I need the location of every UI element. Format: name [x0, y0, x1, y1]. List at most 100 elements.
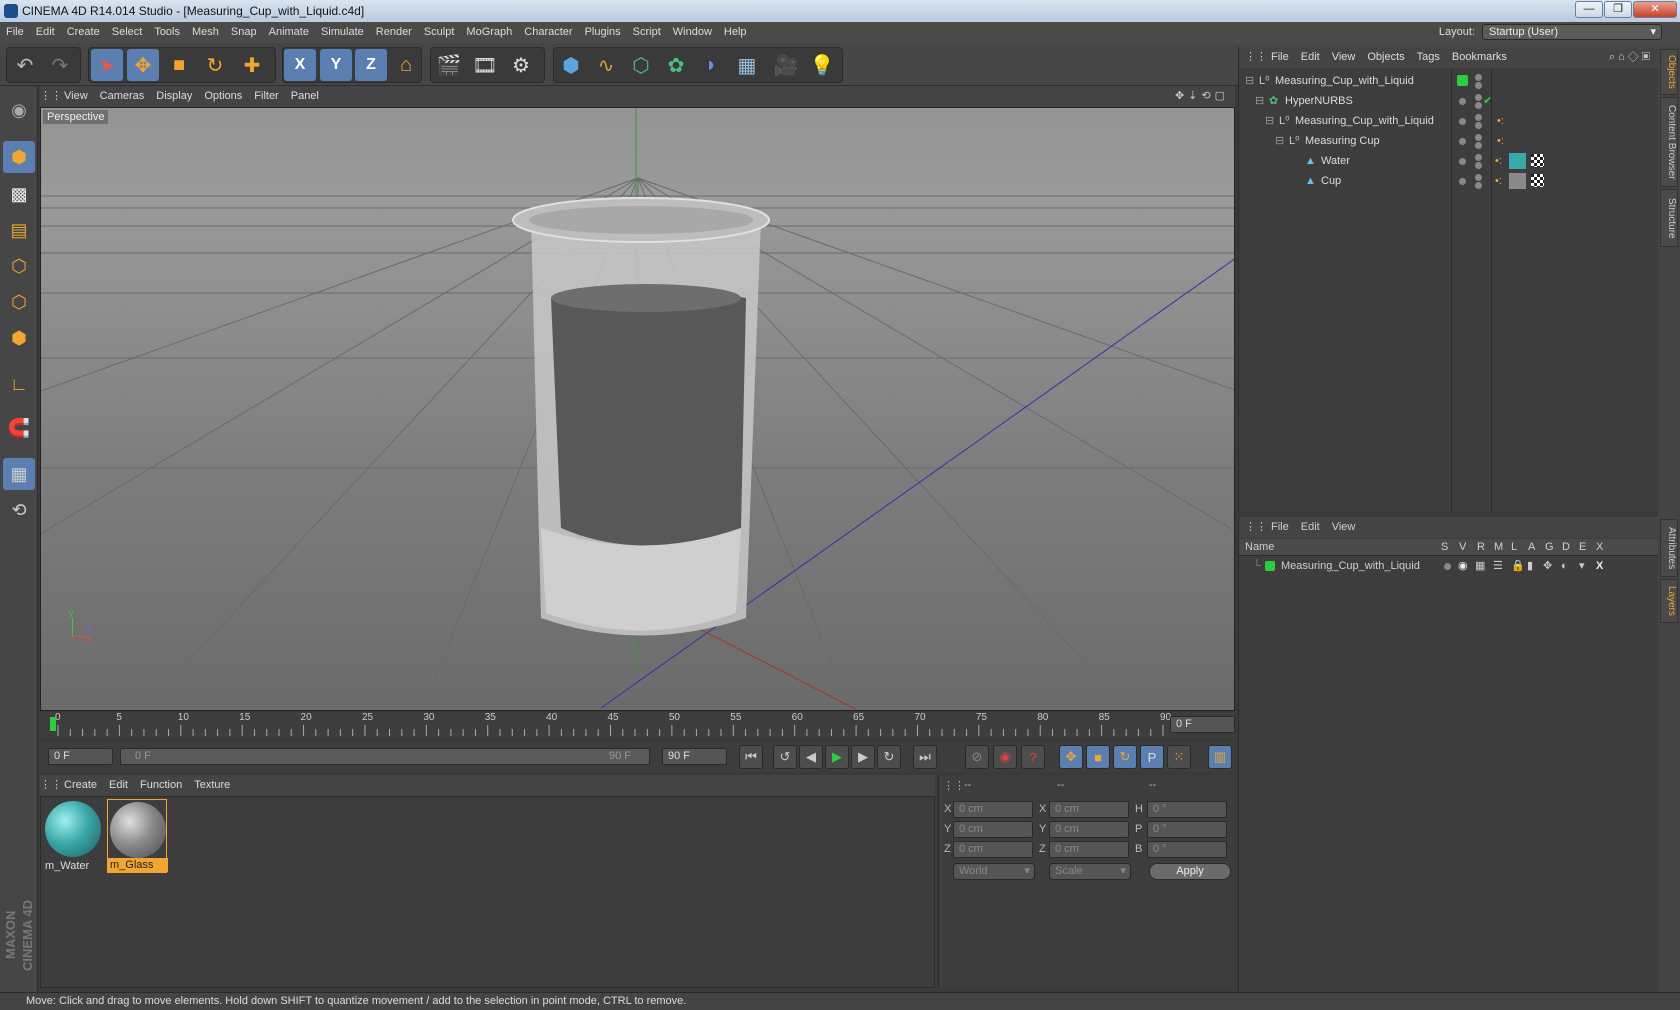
- tree-row[interactable]: ⊟ L⁰ Measuring_Cup_with_Liquid •:: [1239, 111, 1659, 131]
- uvw-tag-icon[interactable]: [1531, 154, 1544, 167]
- menu-window[interactable]: Window: [667, 22, 718, 43]
- menu-animate[interactable]: Animate: [263, 22, 315, 43]
- col-view[interactable]: V: [1459, 539, 1466, 556]
- menu-character[interactable]: Character: [518, 22, 578, 43]
- tab-attributes[interactable]: Attributes: [1660, 519, 1678, 577]
- size-x-field[interactable]: 0 cm: [1049, 801, 1129, 818]
- measuring-cup-model[interactable]: [512, 197, 770, 636]
- viewport-menu-filter[interactable]: Filter: [248, 86, 284, 107]
- scale-tool-icon[interactable]: ■: [163, 49, 195, 81]
- play-icon[interactable]: ▶: [825, 745, 849, 769]
- objmgr-menu-tags[interactable]: Tags: [1411, 47, 1446, 68]
- viewport-menu-cameras[interactable]: Cameras: [94, 86, 151, 107]
- col-animation[interactable]: A: [1528, 539, 1535, 556]
- perspective-viewport[interactable]: Perspective y z x: [40, 107, 1235, 711]
- render-visibility-dot[interactable]: [1475, 162, 1482, 169]
- render-picture-viewer-icon[interactable]: 🎞: [469, 49, 501, 81]
- previous-frame-icon[interactable]: ◀: [799, 745, 823, 769]
- make-editable-icon[interactable]: ◉: [3, 94, 35, 126]
- objmgr-menu-bookmarks[interactable]: Bookmarks: [1446, 47, 1513, 68]
- layer-menu-view[interactable]: View: [1326, 517, 1362, 538]
- menu-tools[interactable]: Tools: [148, 22, 186, 43]
- axis-x-button[interactable]: X: [284, 49, 316, 81]
- close-button[interactable]: ✕: [1633, 1, 1677, 18]
- maximize-button[interactable]: ❐: [1604, 1, 1632, 18]
- editor-visibility-dot[interactable]: [1475, 74, 1482, 81]
- material-menu-create[interactable]: Create: [58, 775, 103, 796]
- floor-icon[interactable]: ▦: [731, 49, 763, 81]
- axis-mode-icon[interactable]: ∟: [3, 368, 35, 400]
- render-visibility-dot[interactable]: [1475, 182, 1482, 189]
- key-rotation-icon[interactable]: ↻: [1113, 745, 1137, 769]
- menu-mograph[interactable]: MoGraph: [460, 22, 518, 43]
- tree-row[interactable]: ⊟ L⁰ Measuring Cup •:: [1239, 131, 1659, 151]
- frame-range-slider[interactable]: 0 F 90 F: [120, 748, 650, 765]
- workplane-lock-icon[interactable]: ▦: [3, 458, 35, 490]
- tab-layers[interactable]: Layers: [1660, 579, 1678, 623]
- col-name[interactable]: Name: [1245, 539, 1274, 556]
- rotate-tool-icon[interactable]: ↻: [199, 49, 231, 81]
- timeline-window-icon[interactable]: ▥: [1208, 745, 1232, 769]
- col-locked[interactable]: L: [1511, 539, 1517, 556]
- render-visibility-dot[interactable]: [1475, 82, 1482, 89]
- live-selection-icon[interactable]: ✚: [236, 49, 268, 81]
- viewport-menu-options[interactable]: Options: [198, 86, 248, 107]
- col-manager[interactable]: M: [1494, 539, 1503, 556]
- select-tool-icon[interactable]: ➤: [91, 49, 123, 81]
- objmgr-menu-file[interactable]: File: [1265, 47, 1295, 68]
- objmgr-menu-view[interactable]: View: [1326, 47, 1362, 68]
- render-icon[interactable]: ▦: [1475, 557, 1485, 575]
- render-visibility-dot[interactable]: [1475, 142, 1482, 149]
- expression-icon[interactable]: ▾: [1579, 557, 1585, 575]
- editor-visibility-dot[interactable]: [1459, 118, 1466, 125]
- menu-mesh[interactable]: Mesh: [186, 22, 225, 43]
- snap-icon[interactable]: 🧲: [3, 412, 35, 444]
- pos-x-field[interactable]: 0 cm: [953, 801, 1033, 818]
- objmgr-toolbar-icons[interactable]: ⌕⌂◇▣: [1609, 47, 1653, 68]
- objmgr-menu-edit[interactable]: Edit: [1295, 47, 1326, 68]
- key-scale-icon[interactable]: ■: [1086, 745, 1110, 769]
- layer-menu-edit[interactable]: Edit: [1295, 517, 1326, 538]
- editor-visibility-dot[interactable]: [1475, 94, 1482, 101]
- editor-visibility-dot[interactable]: [1459, 178, 1466, 185]
- deformer-icon[interactable]: ◗: [695, 49, 727, 81]
- redo-icon[interactable]: ↷: [44, 49, 76, 81]
- viewport-menu-view[interactable]: View: [58, 86, 94, 107]
- editor-visibility-dot[interactable]: [1475, 114, 1482, 121]
- minimize-button[interactable]: —: [1575, 1, 1603, 18]
- edges-mode-icon[interactable]: ⬡: [3, 286, 35, 318]
- size-y-field[interactable]: 0 cm: [1049, 821, 1129, 838]
- key-position-icon[interactable]: ✥: [1059, 745, 1083, 769]
- material-menu-function[interactable]: Function: [134, 775, 188, 796]
- menu-select[interactable]: Select: [106, 22, 149, 43]
- menu-simulate[interactable]: Simulate: [315, 22, 370, 43]
- apply-button[interactable]: Apply: [1149, 863, 1231, 880]
- objmgr-menu-objects[interactable]: Objects: [1361, 47, 1410, 68]
- phong-tag-icon[interactable]: •:: [1497, 131, 1504, 151]
- axis-z-button[interactable]: Z: [355, 49, 387, 81]
- col-solo[interactable]: S: [1441, 539, 1448, 556]
- camera-icon[interactable]: 🎥: [770, 49, 802, 81]
- key-pla-icon[interactable]: ⁙: [1167, 745, 1191, 769]
- generator-icon[interactable]: ✥: [1543, 557, 1552, 575]
- model-mode-icon[interactable]: ⬢: [3, 141, 35, 173]
- next-frame-icon[interactable]: ▶: [851, 745, 875, 769]
- start-frame-field[interactable]: 0 F: [48, 748, 113, 765]
- tree-row[interactable]: ▲ Cup •:: [1239, 171, 1659, 191]
- editor-visibility-dot[interactable]: [1459, 98, 1466, 105]
- axis-y-button[interactable]: Y: [320, 49, 352, 81]
- rot-b-field[interactable]: 0 °: [1147, 841, 1227, 858]
- timeline-ruler[interactable]: 0 5 10 15 20 25 30 35 40 45 50 55 60 65 70 75 80 85 90 0 F: [40, 712, 1235, 738]
- phong-tag-icon[interactable]: •:: [1495, 171, 1502, 191]
- collapse-icon[interactable]: ⊟: [1265, 111, 1274, 131]
- menu-file[interactable]: File: [0, 22, 30, 43]
- menu-render[interactable]: Render: [370, 22, 418, 43]
- light-icon[interactable]: 💡: [806, 49, 838, 81]
- end-frame-field[interactable]: 90 F: [662, 748, 727, 765]
- cube-primitive-icon[interactable]: ⬢: [555, 49, 587, 81]
- tree-row[interactable]: ⊟ L⁰ Measuring_Cup_with_Liquid: [1239, 71, 1659, 91]
- autokey-icon[interactable]: ◉: [993, 745, 1017, 769]
- menu-edit[interactable]: Edit: [30, 22, 61, 43]
- viewport-menu-display[interactable]: Display: [150, 86, 198, 107]
- points-mode-icon[interactable]: ⬡: [3, 250, 35, 282]
